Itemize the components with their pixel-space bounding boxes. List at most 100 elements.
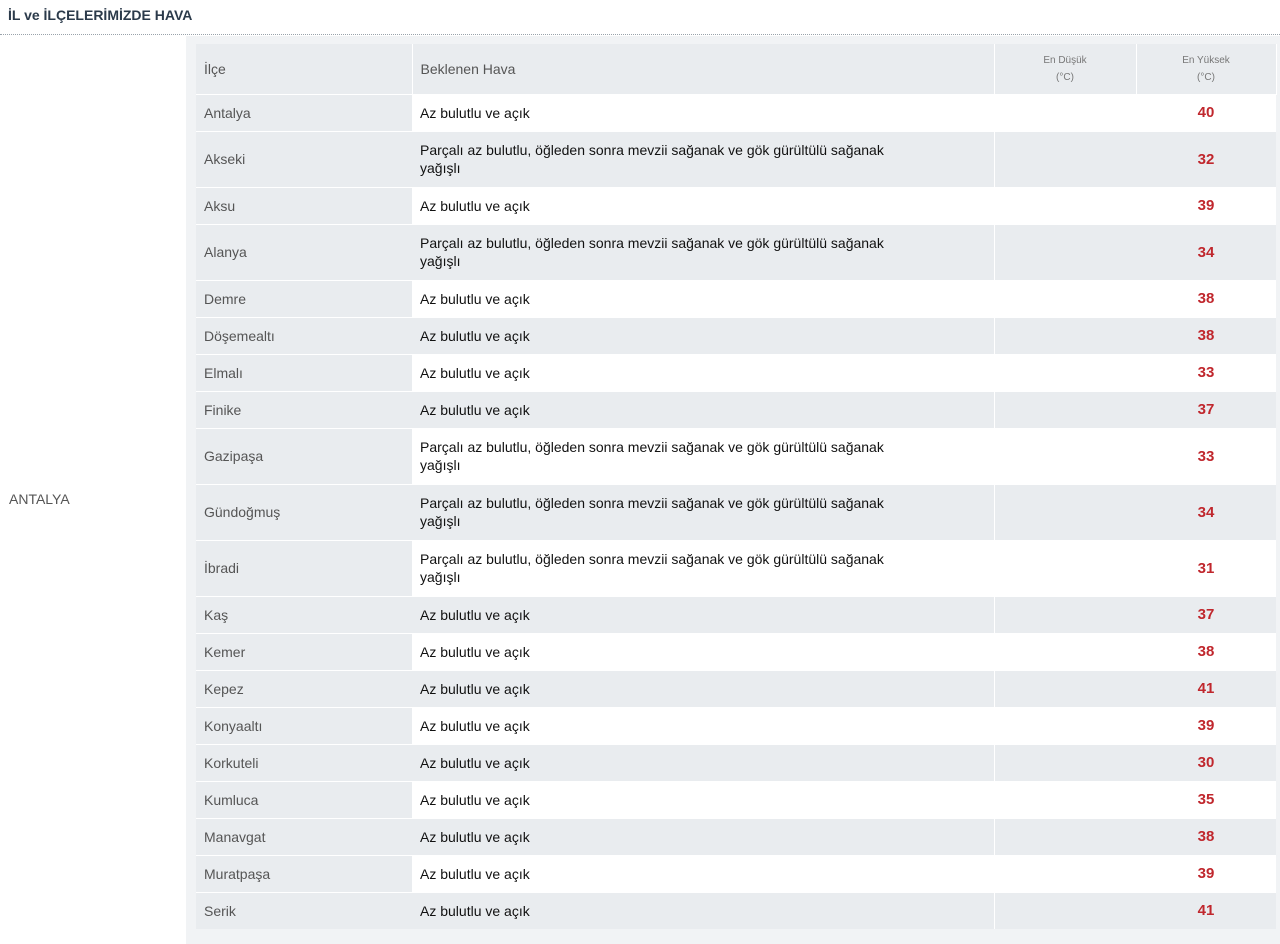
min-temp xyxy=(993,744,1136,781)
weather-description: Az bulutlu ve açık xyxy=(412,744,994,781)
max-temp: 32 xyxy=(1136,131,1276,187)
min-temp xyxy=(993,670,1136,707)
district-name: Antalya xyxy=(196,94,412,131)
weather-description: Az bulutlu ve açık xyxy=(412,596,994,633)
district-name: Alanya xyxy=(196,224,412,280)
weather-line-1: Az bulutlu ve açık xyxy=(420,327,530,344)
min-temp xyxy=(993,317,1136,354)
district-name: Demre xyxy=(196,280,412,317)
weather-description: Parçalı az bulutlu, öğleden sonra mevzii… xyxy=(412,540,994,596)
weather-line-1: Az bulutlu ve açık xyxy=(420,828,530,845)
min-temp xyxy=(993,224,1136,280)
weather-description: Az bulutlu ve açık xyxy=(412,818,994,855)
district-name: Gündoğmuş xyxy=(196,484,412,540)
max-temp: 34 xyxy=(1136,484,1276,540)
max-temp: 38 xyxy=(1136,633,1276,670)
table-row: Gündoğmuş Parçalı az bulutlu, öğleden son… xyxy=(196,484,1276,540)
col-header-min: En Düşük (°C) xyxy=(994,44,1137,94)
max-temp: 34 xyxy=(1136,224,1276,280)
min-temp xyxy=(993,707,1136,744)
col-header-min-unit: (°C) xyxy=(1056,71,1074,83)
table-row: Elmalı Az bulutlu ve açık 33 xyxy=(196,354,1276,391)
table-row: Döşemealtı Az bulutlu ve açık 38 xyxy=(196,317,1276,354)
district-name: Gazipaşa xyxy=(196,428,412,484)
table-row: Akseki Parçalı az bulutlu, öğleden sonra … xyxy=(196,131,1276,187)
table-row: İbradi Parçalı az bulutlu, öğleden sonra … xyxy=(196,540,1276,596)
max-temp: 41 xyxy=(1136,892,1276,929)
weather-line-2: yağışlı xyxy=(420,160,461,176)
min-temp xyxy=(993,781,1136,818)
min-temp xyxy=(993,187,1136,224)
min-temp xyxy=(993,818,1136,855)
table-row: Muratpaşa Az bulutlu ve açık 39 xyxy=(196,855,1276,892)
weather-description: Az bulutlu ve açık xyxy=(412,280,994,317)
weather-table: İlçe Beklenen Hava En Düşük (°C) En Yüks… xyxy=(196,44,1277,929)
table-row: Kaş Az bulutlu ve açık 37 xyxy=(196,596,1276,633)
max-temp: 33 xyxy=(1136,354,1276,391)
table-row: Kemer Az bulutlu ve açık 38 xyxy=(196,633,1276,670)
col-header-district: İlçe xyxy=(196,44,413,94)
weather-line-1: Az bulutlu ve açık xyxy=(420,902,530,919)
district-name: Finike xyxy=(196,391,412,428)
weather-description: Parçalı az bulutlu, öğleden sonra mevzii… xyxy=(412,131,994,187)
weather-description: Az bulutlu ve açık xyxy=(412,187,994,224)
province-name: ANTALYA xyxy=(9,491,70,507)
max-temp: 37 xyxy=(1136,596,1276,633)
min-temp xyxy=(993,391,1136,428)
table-row: Serik Az bulutlu ve açık 41 xyxy=(196,892,1276,929)
max-temp: 39 xyxy=(1136,855,1276,892)
weather-line-2: yağışlı xyxy=(420,513,461,529)
min-temp xyxy=(993,131,1136,187)
max-temp: 33 xyxy=(1136,428,1276,484)
district-name: Muratpaşa xyxy=(196,855,412,892)
weather-description: Az bulutlu ve açık xyxy=(412,633,994,670)
min-temp xyxy=(993,540,1136,596)
weather-line-1: Az bulutlu ve açık xyxy=(420,364,530,381)
district-name: Elmalı xyxy=(196,354,412,391)
table-body: Antalya Az bulutlu ve açık 40 Akseki Parçalı… xyxy=(196,94,1276,929)
weather-line-1: Az bulutlu ve açık xyxy=(420,104,530,121)
district-name: Akseki xyxy=(196,131,412,187)
weather-description: Parçalı az bulutlu, öğleden sonra mevzii… xyxy=(412,224,994,280)
weather-line-1: Az bulutlu ve açık xyxy=(420,606,530,623)
weather-line-1: Az bulutlu ve açık xyxy=(420,197,530,214)
min-temp xyxy=(993,280,1136,317)
district-name: Korkuteli xyxy=(196,744,412,781)
section-title: İL ve İLÇELERİMİZDE HAVA xyxy=(8,7,193,23)
weather-description: Az bulutlu ve açık xyxy=(412,391,994,428)
max-temp: 30 xyxy=(1136,744,1276,781)
table-row: Finike Az bulutlu ve açık 37 xyxy=(196,391,1276,428)
max-temp: 41 xyxy=(1136,670,1276,707)
district-name: İbradi xyxy=(196,540,412,596)
table-header-row: İlçe Beklenen Hava En Düşük (°C) En Yüks… xyxy=(196,44,1277,94)
district-name: Döşemealtı xyxy=(196,317,412,354)
table-row: Gazipaşa Parçalı az bulutlu, öğleden sonr… xyxy=(196,428,1276,484)
table-row: Manavgat Az bulutlu ve açık 38 xyxy=(196,818,1276,855)
min-temp xyxy=(993,428,1136,484)
district-name: Kemer xyxy=(196,633,412,670)
weather-description: Az bulutlu ve açık xyxy=(412,354,994,391)
col-header-max: En Yüksek (°C) xyxy=(1136,44,1277,94)
district-name: Kaş xyxy=(196,596,412,633)
max-temp: 38 xyxy=(1136,818,1276,855)
district-name: Serik xyxy=(196,892,412,929)
weather-description: Az bulutlu ve açık xyxy=(412,781,994,818)
district-name: Aksu xyxy=(196,187,412,224)
weather-description: Az bulutlu ve açık xyxy=(412,670,994,707)
table-row: Antalya Az bulutlu ve açık 40 xyxy=(196,94,1276,131)
district-name: Kepez xyxy=(196,670,412,707)
district-name: Konyaaltı xyxy=(196,707,412,744)
weather-description: Parçalı az bulutlu, öğleden sonra mevzii… xyxy=(412,428,994,484)
district-name: Manavgat xyxy=(196,818,412,855)
min-temp xyxy=(993,484,1136,540)
weather-line-1: Parçalı az bulutlu, öğleden sonra mevzii… xyxy=(420,495,884,511)
min-temp xyxy=(993,855,1136,892)
max-temp: 35 xyxy=(1136,781,1276,818)
max-temp: 37 xyxy=(1136,391,1276,428)
min-temp xyxy=(993,596,1136,633)
max-temp: 39 xyxy=(1136,707,1276,744)
weather-line-2: yağışlı xyxy=(420,457,461,473)
table-row: Demre Az bulutlu ve açık 38 xyxy=(196,280,1276,317)
weather-description: Az bulutlu ve açık xyxy=(412,855,994,892)
section-header: İL ve İLÇELERİMİZDE HAVA xyxy=(0,0,1280,35)
